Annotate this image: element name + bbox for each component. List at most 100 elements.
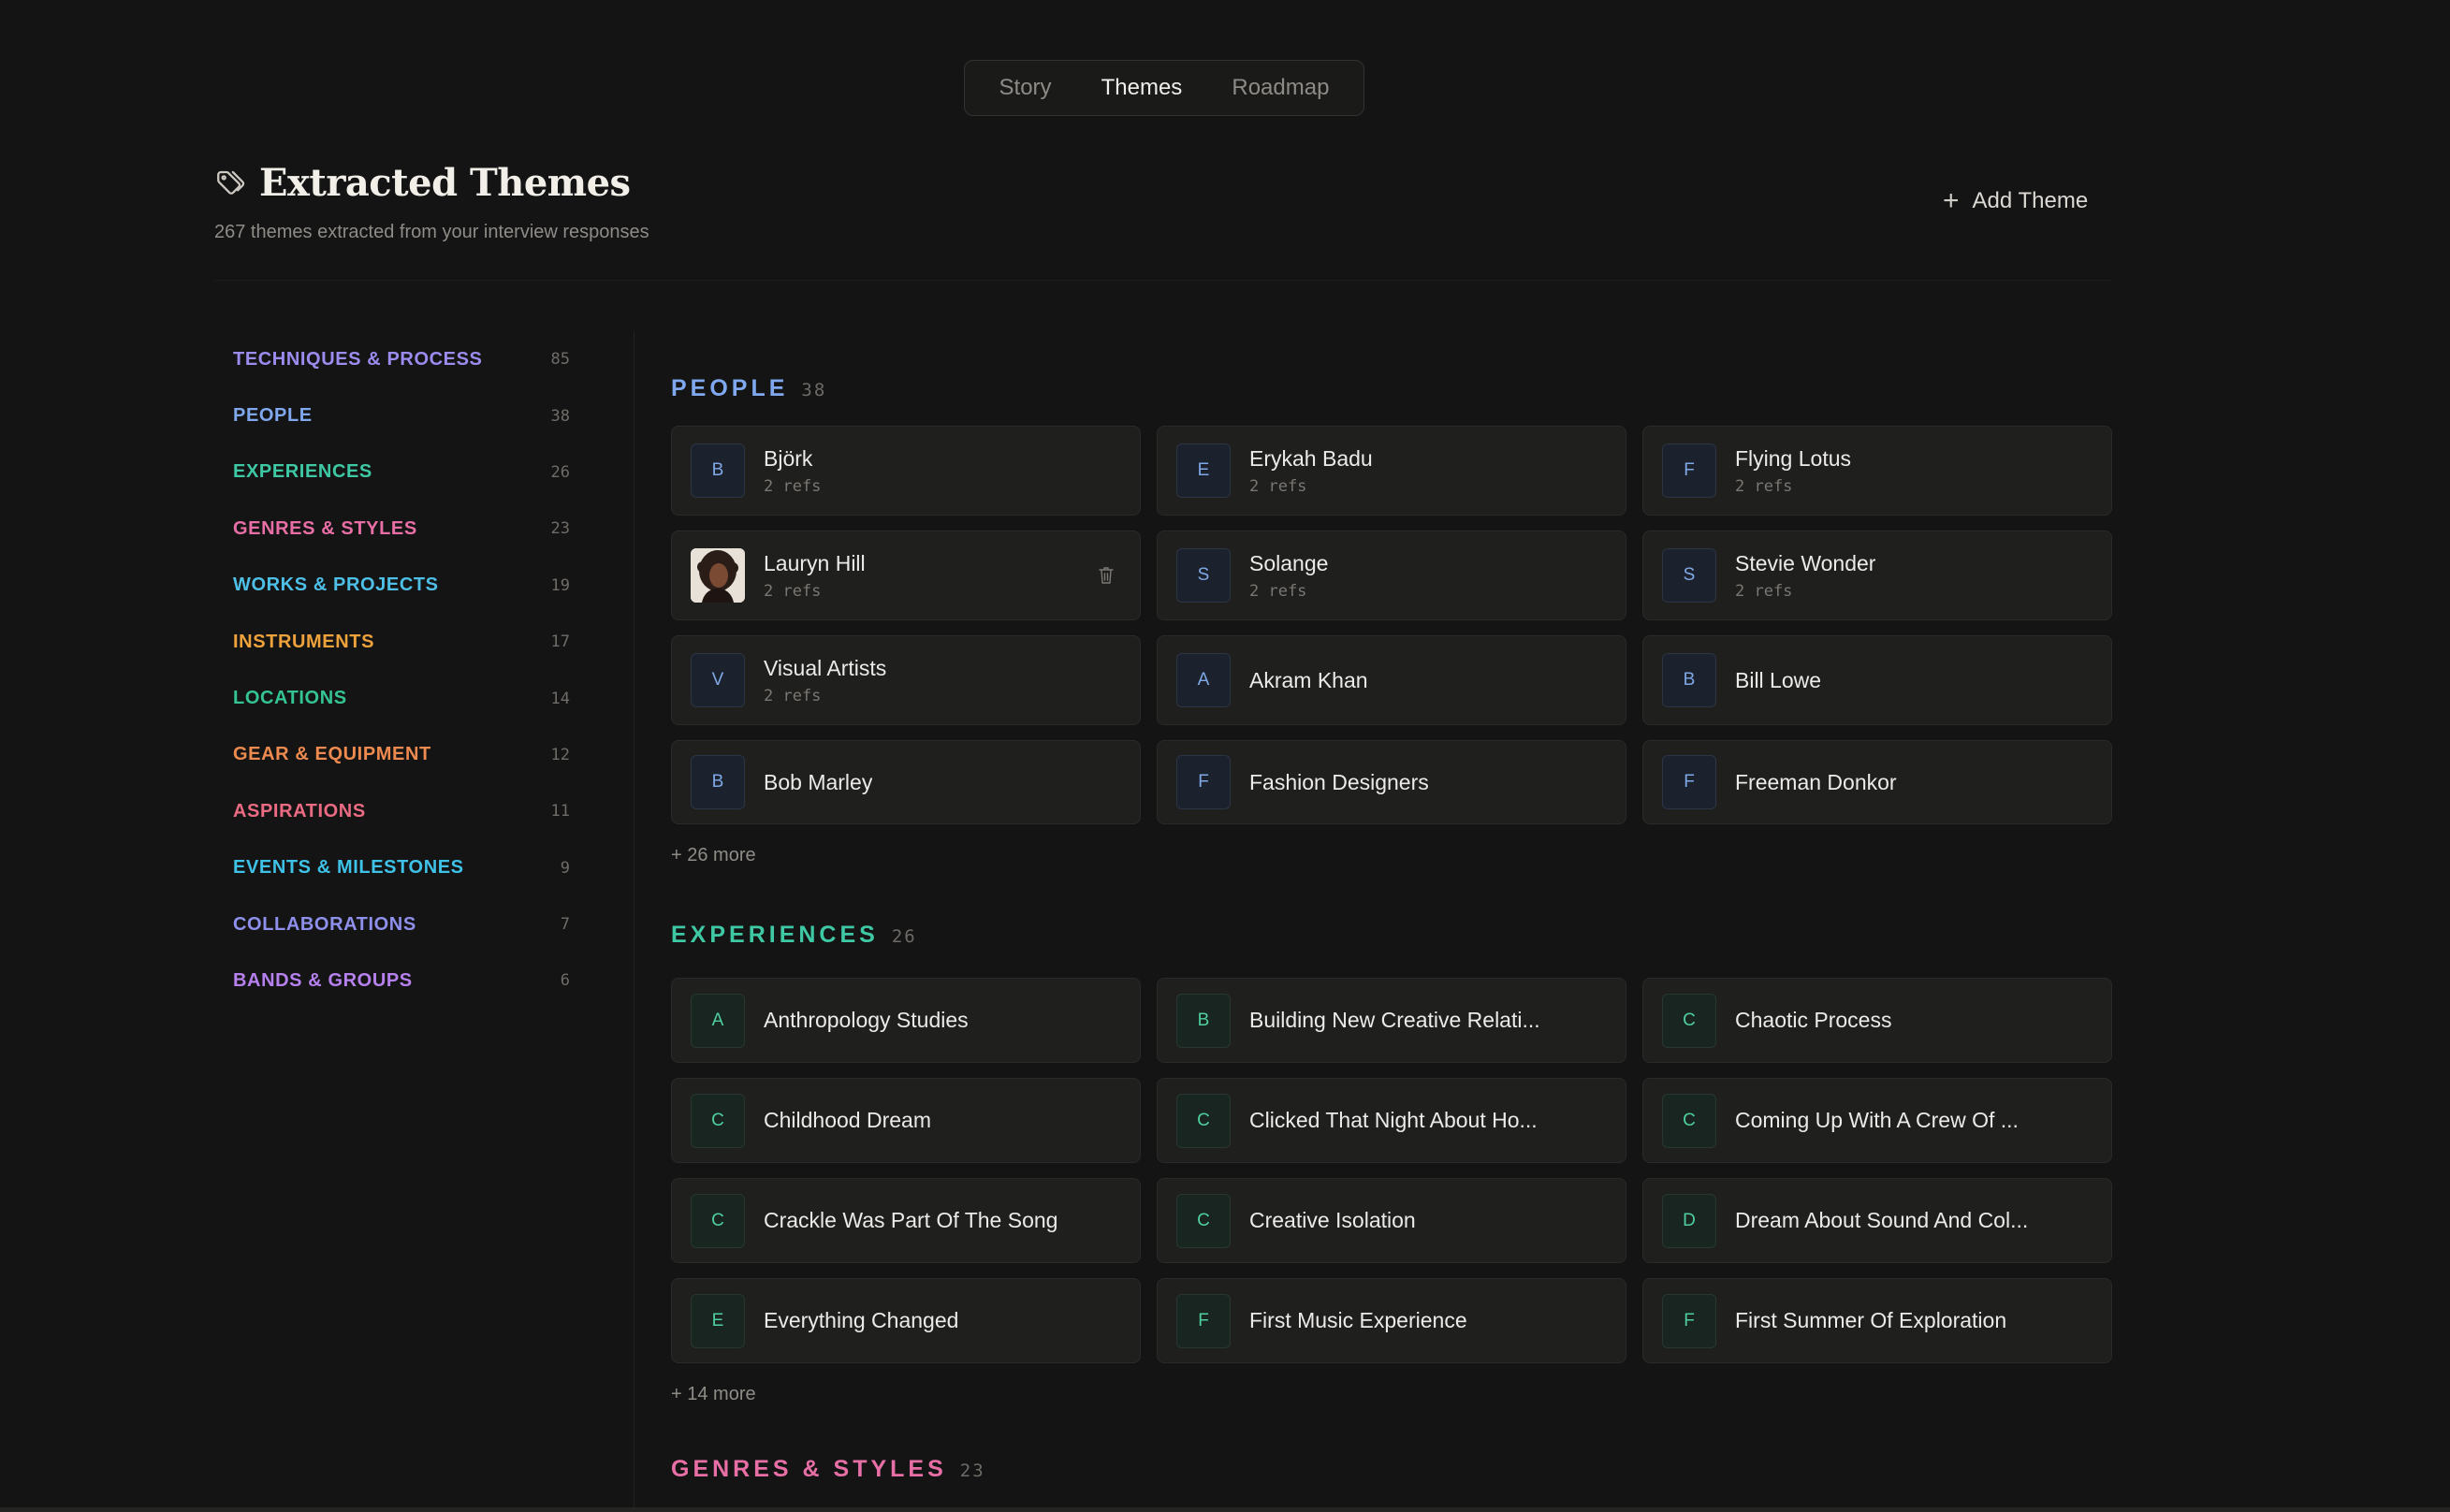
theme-grid: A Anthropology Studies B Building New Creat… [671, 978, 2112, 1363]
theme-card[interactable]: B Björk 2 refs [671, 426, 1141, 516]
tab-themes[interactable]: Themes [1086, 69, 1198, 107]
sidebar-item[interactable]: EVENTS & MILESTONES 9 [233, 840, 570, 896]
theme-card-text: Flying Lotus 2 refs [1735, 446, 1851, 496]
sidebar-item[interactable]: INSTRUMENTS 17 [233, 614, 570, 670]
theme-card-text: Visual Artists 2 refs [764, 656, 886, 705]
theme-card-text: Freeman Donkor [1735, 770, 1897, 795]
sidebar-item-label: WORKS & PROJECTS [233, 574, 439, 596]
sidebar-item-count: 11 [550, 802, 570, 821]
theme-initial-badge: C [1662, 993, 1716, 1048]
theme-name: Fashion Designers [1249, 769, 1429, 794]
theme-initial-badge: B [691, 443, 745, 498]
section-people: PEOPLE 38 B Björk 2 refs E Erykah Badu 2 refs… [671, 375, 2112, 866]
theme-name: Björk [764, 445, 813, 471]
view-tabs: Story Themes Roadmap [964, 60, 1364, 116]
show-more-link[interactable]: + 26 more [671, 845, 2112, 866]
theme-card[interactable]: A Akram Khan [1157, 635, 1626, 725]
theme-card[interactable]: F Flying Lotus 2 refs [1642, 426, 2112, 516]
bottom-edge [0, 1507, 2450, 1512]
theme-card-text: First Music Experience [1249, 1308, 1467, 1333]
theme-card[interactable]: C Crackle Was Part Of The Song [671, 1178, 1141, 1263]
theme-card-text: Clicked That Night About Ho... [1249, 1108, 1538, 1133]
theme-name: Everything Changed [764, 1308, 959, 1332]
theme-card[interactable]: B Bill Lowe [1642, 635, 2112, 725]
sidebar-item[interactable]: PEOPLE 38 [233, 387, 570, 443]
theme-card[interactable]: B Building New Creative Relati... [1157, 978, 1626, 1063]
theme-card[interactable]: D Dream About Sound And Col... [1642, 1178, 2112, 1263]
theme-card[interactable]: C Creative Isolation [1157, 1178, 1626, 1263]
category-sidebar: TECHNIQUES & PROCESS 85 PEOPLE 38 EXPERIENCE… [233, 331, 570, 1010]
theme-card[interactable]: Lauryn Hill 2 refs [671, 531, 1141, 620]
theme-card[interactable]: F First Summer Of Exploration [1642, 1278, 2112, 1363]
tab-roadmap[interactable]: Roadmap [1217, 69, 1344, 107]
theme-card-text: Bill Lowe [1735, 668, 1821, 693]
theme-card[interactable]: C Childhood Dream [671, 1078, 1141, 1163]
section-count: 38 [801, 380, 827, 400]
theme-card[interactable]: V Visual Artists 2 refs [671, 635, 1141, 725]
theme-card-text: Dream About Sound And Col... [1735, 1208, 2028, 1233]
tab-story[interactable]: Story [984, 69, 1067, 107]
header-divider [214, 280, 2112, 281]
sidebar-item-label: EXPERIENCES [233, 461, 372, 483]
theme-name: Akram Khan [1249, 667, 1368, 692]
theme-card[interactable]: F Fashion Designers [1157, 740, 1626, 824]
theme-card[interactable]: C Coming Up With A Crew Of ... [1642, 1078, 2112, 1163]
theme-card[interactable]: C Chaotic Process [1642, 978, 2112, 1063]
theme-card-text: Childhood Dream [764, 1108, 931, 1133]
sidebar-item[interactable]: EXPERIENCES 26 [233, 444, 570, 501]
delete-icon[interactable] [1097, 565, 1116, 586]
theme-card[interactable]: F First Music Experience [1157, 1278, 1626, 1363]
theme-card[interactable]: C Clicked That Night About Ho... [1157, 1078, 1626, 1163]
theme-initial-badge: S [1176, 548, 1231, 603]
sidebar-item[interactable]: TECHNIQUES & PROCESS 85 [233, 331, 570, 387]
theme-card[interactable]: A Anthropology Studies [671, 978, 1141, 1063]
sidebar-item[interactable]: COLLABORATIONS 7 [233, 896, 570, 952]
sidebar-item[interactable]: WORKS & PROJECTS 19 [233, 558, 570, 614]
theme-initial-badge: A [691, 993, 745, 1048]
theme-name: Childhood Dream [764, 1108, 931, 1132]
sidebar-item[interactable]: LOCATIONS 14 [233, 670, 570, 726]
add-theme-button[interactable]: + Add Theme [1943, 187, 2088, 215]
theme-card[interactable]: B Bob Marley [671, 740, 1141, 824]
theme-card[interactable]: E Everything Changed [671, 1278, 1141, 1363]
sidebar-item-label: GEAR & EQUIPMENT [233, 744, 431, 765]
theme-name: Freeman Donkor [1735, 769, 1897, 794]
theme-card-text: Fashion Designers [1249, 770, 1429, 795]
theme-card[interactable]: S Stevie Wonder 2 refs [1642, 531, 2112, 620]
sidebar-item-count: 17 [550, 632, 570, 652]
theme-refs: 2 refs [1249, 581, 1307, 601]
theme-name: Bill Lowe [1735, 667, 1822, 692]
theme-card-text: Solange 2 refs [1249, 551, 1328, 601]
sidebar-item-count: 14 [550, 689, 570, 708]
sidebar-item[interactable]: BANDS & GROUPS 6 [233, 952, 570, 1009]
theme-initial-badge: A [1176, 653, 1231, 707]
theme-initial-badge: S [1662, 548, 1716, 603]
sidebar-item[interactable]: GENRES & STYLES 23 [233, 501, 570, 557]
theme-name: First Summer Of Exploration [1735, 1308, 2007, 1332]
theme-initial-badge: B [691, 755, 745, 809]
theme-card[interactable]: S Solange 2 refs [1157, 531, 1626, 620]
sidebar-item[interactable]: GEAR & EQUIPMENT 12 [233, 727, 570, 783]
theme-card[interactable]: E Erykah Badu 2 refs [1157, 426, 1626, 516]
sidebar-item-label: GENRES & STYLES [233, 517, 417, 539]
theme-initial-badge: E [1176, 443, 1231, 498]
theme-name: Creative Isolation [1249, 1208, 1416, 1232]
theme-card-text: Erykah Badu 2 refs [1249, 446, 1373, 496]
add-theme-label: Add Theme [1972, 188, 2089, 213]
theme-initial-badge: C [691, 1093, 745, 1148]
show-more-link[interactable]: + 14 more [671, 1384, 2112, 1405]
theme-refs: 2 refs [1735, 476, 1793, 496]
theme-card[interactable]: F Freeman Donkor [1642, 740, 2112, 824]
theme-card-text: Björk 2 refs [764, 446, 821, 496]
section-count: 23 [959, 1461, 985, 1481]
theme-name: Dream About Sound And Col... [1735, 1208, 2029, 1232]
sidebar-item[interactable]: ASPIRATIONS 11 [233, 783, 570, 839]
theme-refs: 2 refs [1249, 476, 1307, 496]
sidebar-item-label: ASPIRATIONS [233, 800, 366, 821]
section-title: PEOPLE [671, 375, 789, 401]
theme-name: Solange [1249, 550, 1329, 575]
theme-card-text: Everything Changed [764, 1308, 958, 1333]
theme-initial-badge: C [1662, 1093, 1716, 1148]
theme-initial-badge: V [691, 653, 745, 707]
theme-initial-badge: F [1176, 1293, 1231, 1348]
